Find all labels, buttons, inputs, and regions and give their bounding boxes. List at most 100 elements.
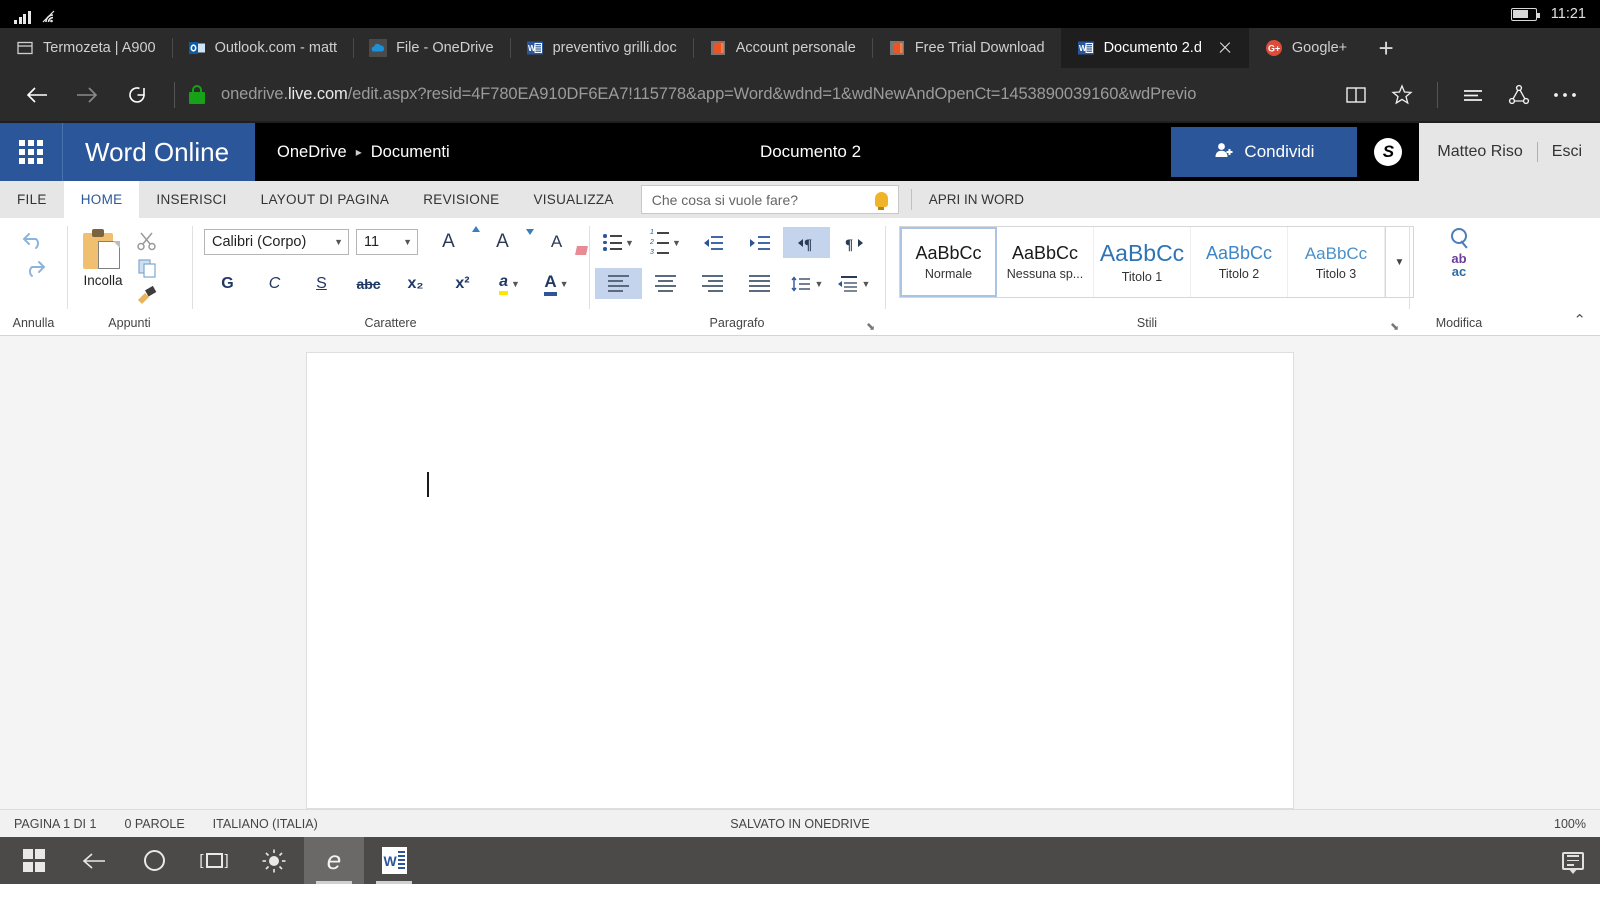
app-launcher-icon[interactable] (0, 123, 62, 181)
tab-file[interactable]: FILE (0, 181, 64, 218)
style-normale[interactable]: AaBbCc Normale (900, 227, 997, 297)
browser-tab[interactable]: G+ Google+ (1249, 28, 1363, 68)
paragraph-shading-icon[interactable]: ▼ (830, 268, 877, 299)
share-icon[interactable] (1498, 75, 1540, 115)
align-left-icon[interactable] (595, 268, 642, 299)
underline-button[interactable]: S (298, 269, 345, 299)
tab-layout-di-pagina[interactable]: LAYOUT DI PAGINA (244, 181, 407, 218)
windows-start-icon[interactable] (4, 837, 64, 884)
back-arrow-icon[interactable] (64, 837, 124, 884)
outlook-icon (188, 39, 206, 57)
tab-revisione[interactable]: REVISIONE (406, 181, 516, 218)
browser-tab-strip: Termozeta | A900 Outlook.com - matt File… (0, 28, 1600, 68)
justify-icon[interactable] (736, 268, 783, 299)
breadcrumb-root[interactable]: OneDrive (277, 143, 347, 162)
browser-tab-active[interactable]: W Documento 2.d (1060, 28, 1249, 68)
browser-tab[interactable]: Outlook.com - matt (171, 28, 353, 68)
right-to-left-icon[interactable]: ¶ (830, 227, 877, 258)
subscript-button[interactable]: x₂ (392, 269, 439, 299)
word-app-icon[interactable] (364, 837, 424, 884)
style-titolo-1[interactable]: AaBbCc Titolo 1 (1094, 227, 1191, 297)
bold-button[interactable]: G (204, 269, 251, 299)
line-spacing-icon[interactable]: ▼ (783, 268, 830, 299)
align-right-icon[interactable] (689, 268, 736, 299)
chevron-down-icon[interactable]: ▼ (815, 279, 824, 289)
highlight-button[interactable]: a ▼ (486, 269, 533, 299)
undo-arrow-icon[interactable] (21, 228, 47, 250)
refresh-icon[interactable] (114, 75, 160, 115)
copy-icon[interactable] (136, 257, 158, 279)
scissors-icon[interactable] (136, 230, 158, 252)
divider (174, 81, 175, 108)
dialog-launcher-icon[interactable]: ⬊ (866, 320, 877, 333)
share-button[interactable]: Condividi (1171, 127, 1358, 177)
user-name[interactable]: Matteo Riso (1437, 143, 1522, 161)
italic-button[interactable]: C (251, 269, 298, 299)
left-to-right-icon[interactable]: ¶ (783, 227, 830, 258)
style-name: Titolo 3 (1315, 266, 1357, 281)
font-color-button[interactable]: A ▼ (533, 269, 580, 299)
brightness-icon[interactable] (244, 837, 304, 884)
style-nessuna-spaziatura[interactable]: AaBbCc Nessuna sp... (997, 227, 1094, 297)
chevron-down-icon[interactable]: ▼ (625, 238, 634, 248)
browser-tab[interactable]: W preventivo grilli.doc (509, 28, 693, 68)
edge-browser-icon[interactable]: e (304, 837, 364, 884)
chevron-down-icon[interactable]: ▼ (862, 279, 871, 289)
grow-font-icon[interactable]: A (425, 226, 480, 257)
chevron-up-icon[interactable]: ⌃ (1573, 311, 1586, 329)
more-dots-icon[interactable] (1544, 75, 1586, 115)
task-view-icon[interactable]: [] (184, 837, 244, 884)
skype-icon[interactable]: S (1357, 123, 1419, 181)
app-brand-label[interactable]: Word Online (62, 123, 256, 181)
decrease-indent-icon[interactable] (689, 227, 736, 258)
browser-tab[interactable]: Free Trial Download (871, 28, 1061, 68)
sign-out-link[interactable]: Esci (1552, 143, 1582, 161)
book-icon[interactable] (1335, 75, 1377, 115)
browser-tab[interactable]: File - OneDrive (353, 28, 510, 68)
redo-arrow-icon[interactable] (21, 256, 47, 278)
breadcrumb-leaf[interactable]: Documenti (371, 143, 450, 162)
superscript-button[interactable]: x² (439, 269, 486, 299)
tab-visualizza[interactable]: VISUALIZZA (516, 181, 630, 218)
font-name-select[interactable]: Calibri (Corpo) ▼ (204, 229, 349, 255)
style-titolo-2[interactable]: AaBbCc Titolo 2 (1191, 227, 1288, 297)
tab-home[interactable]: HOME (63, 181, 140, 218)
bulleted-list-icon[interactable]: ▼ (595, 227, 642, 258)
style-titolo-3[interactable]: AaBbCc Titolo 3 (1288, 227, 1385, 297)
cortana-circle-icon[interactable] (124, 837, 184, 884)
replace-icon[interactable]: ab ac (1451, 252, 1466, 278)
document-page[interactable] (306, 352, 1294, 809)
back-arrow-icon[interactable] (14, 75, 60, 115)
ribbon-group-label: Annulla (12, 316, 55, 330)
chevron-down-icon[interactable]: ▼ (560, 279, 569, 289)
hub-lines-icon[interactable] (1452, 75, 1494, 115)
close-icon[interactable] (1217, 40, 1233, 56)
align-center-icon[interactable] (642, 268, 689, 299)
increase-indent-icon[interactable] (736, 227, 783, 258)
format-painter-icon[interactable] (135, 284, 159, 304)
chevron-down-icon[interactable]: ▼ (672, 238, 681, 248)
tell-me-search[interactable]: Che cosa si vuole fare? (640, 185, 899, 214)
style-name: Normale (924, 267, 973, 281)
chevron-down-icon[interactable]: ▼ (511, 279, 520, 289)
address-url[interactable]: onedrive.live.com/edit.aspx?resid=4F780E… (221, 85, 1331, 104)
shrink-font-icon[interactable]: A (479, 227, 534, 257)
paste-button[interactable]: Incolla (77, 226, 129, 291)
browser-tab[interactable]: Termozeta | A900 (0, 28, 172, 68)
zoom-level[interactable]: 100% (1554, 817, 1586, 831)
tab-inserisci[interactable]: INSERISCI (139, 181, 243, 218)
breadcrumb-separator-icon: ▸ (355, 145, 362, 159)
strikethrough-button[interactable]: abc (345, 269, 392, 299)
action-center-icon[interactable] (1562, 851, 1584, 874)
star-icon[interactable] (1381, 75, 1423, 115)
clear-formatting-icon[interactable]: A (533, 227, 580, 257)
tell-me-placeholder: Che cosa si vuole fare? (651, 191, 799, 208)
browser-tab[interactable]: Account personale (692, 28, 872, 68)
search-icon[interactable] (1451, 228, 1467, 244)
numbered-list-icon[interactable]: 123 ▼ (642, 227, 689, 258)
open-in-word-button[interactable]: APRI IN WORD (910, 181, 1042, 218)
new-tab-button[interactable]: + (1363, 28, 1409, 68)
font-size-select[interactable]: 11 ▼ (356, 229, 418, 255)
forward-arrow-icon[interactable] (64, 75, 110, 115)
dialog-launcher-icon[interactable]: ⬊ (1390, 320, 1401, 333)
